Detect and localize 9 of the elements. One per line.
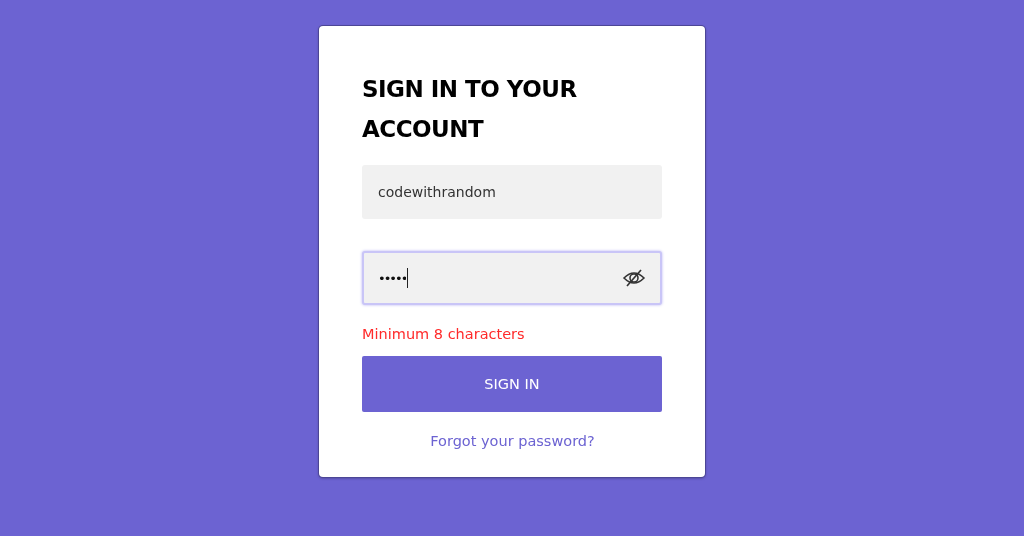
username-field[interactable]: codewithrandom bbox=[362, 165, 662, 219]
card-title: SIGN IN TO YOUR ACCOUNT bbox=[362, 75, 578, 144]
forgot-password-link[interactable]: Forgot your password? bbox=[430, 433, 595, 449]
eye-slash-icon[interactable] bbox=[622, 268, 646, 288]
password-field[interactable]: ••••• bbox=[362, 251, 662, 305]
field-value: ••••• bbox=[378, 270, 407, 286]
field-value: codewithrandom bbox=[378, 184, 496, 200]
sign-in-button[interactable]: SIGN IN bbox=[362, 356, 662, 412]
error-message: Minimum 8 characters bbox=[362, 325, 525, 343]
